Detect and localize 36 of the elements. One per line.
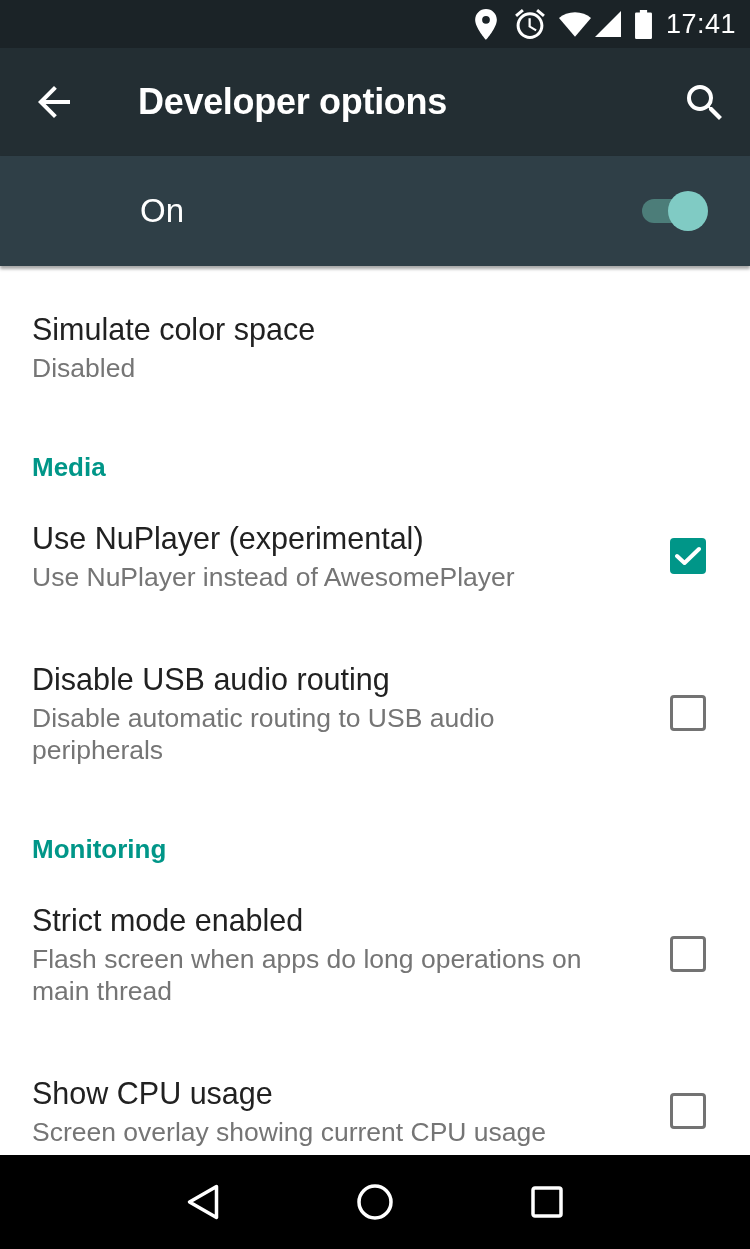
back-button[interactable]	[38, 86, 70, 118]
setting-title: Disable USB audio routing	[32, 661, 390, 699]
section-header: Media	[32, 451, 106, 483]
setting-title: Use NuPlayer (experimental)	[32, 520, 424, 558]
setting-summary: Disabled	[32, 352, 136, 384]
wifi-icon	[558, 11, 591, 37]
search-button[interactable]	[687, 84, 722, 120]
section-header: Monitoring	[32, 833, 167, 865]
home-button[interactable]	[357, 1184, 393, 1220]
back-arrow-icon	[38, 86, 70, 118]
home-circle-icon	[357, 1184, 393, 1220]
setting-summary: Disable automatic routing to USB audio peripherals	[32, 702, 496, 766]
checkbox[interactable]	[670, 935, 706, 972]
setting-title: Strict mode enabled	[32, 902, 304, 939]
checkbox[interactable]	[670, 1092, 706, 1129]
alarm-clock-icon	[514, 9, 545, 39]
checkmark-icon	[675, 545, 701, 566]
setting-title: Simulate color space	[32, 311, 316, 349]
cell-signal-icon	[594, 11, 621, 37]
setting-summary: Screen overlay showing current CPU usage	[32, 1116, 547, 1148]
setting-title: Show CPU usage	[32, 1075, 273, 1113]
setting-summary: Use NuPlayer instead of AwesomePlayer	[32, 561, 515, 593]
nav-back-button[interactable]	[187, 1184, 219, 1220]
location-pin-icon	[474, 8, 497, 40]
checkbox[interactable]	[670, 537, 706, 574]
back-triangle-icon	[187, 1184, 219, 1220]
search-icon	[687, 84, 722, 120]
recents-square-icon	[531, 1186, 563, 1218]
toolbar-title: Developer options	[138, 81, 448, 123]
battery-icon	[634, 9, 652, 39]
switch-label: On	[140, 192, 186, 230]
status-time: 17:41	[665, 8, 736, 40]
checkbox[interactable]	[670, 694, 706, 731]
setting-summary: Flash screen when apps do long operations on main thread	[32, 943, 583, 1007]
recents-button[interactable]	[531, 1186, 563, 1218]
toggle-switch[interactable]	[640, 190, 710, 232]
